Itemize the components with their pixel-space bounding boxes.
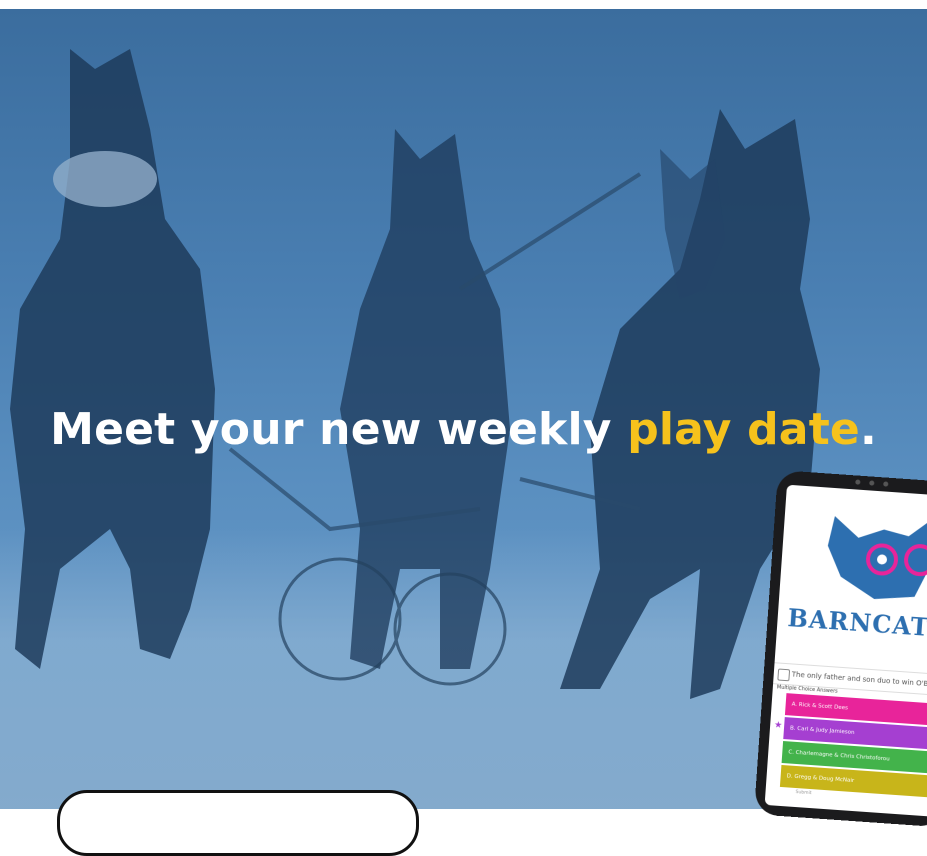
- hero-title: Meet your new weekly play date.: [0, 404, 927, 455]
- answer-text: Carl & Judy Jamieson: [797, 725, 855, 736]
- tablet-mockup: BARNCAT The only father and son duo to w…: [753, 470, 927, 828]
- answer-text: Rick & Scott Dees: [798, 702, 849, 712]
- submit-text: Submit: [795, 790, 812, 797]
- answer-text: Charlemagne & Chris Christoforou: [795, 749, 890, 763]
- tablet-camera: [869, 480, 875, 486]
- question-icon: [777, 668, 791, 682]
- answer-letter: C.: [788, 749, 795, 756]
- hero-title-suffix: .: [859, 404, 877, 455]
- answer-text: Gregg & Doug McNair: [794, 773, 855, 785]
- hero-title-prefix: Meet your new weekly: [50, 404, 628, 455]
- tablet-camera: [855, 479, 861, 485]
- cat-with-glasses-icon: [827, 513, 927, 600]
- tablet-camera: [883, 481, 889, 487]
- cta-button[interactable]: [57, 790, 419, 856]
- tablet-screen: BARNCAT The only father and son duo to w…: [764, 484, 927, 818]
- answer-letter: B.: [789, 725, 796, 732]
- question-label: The only father and son duo to win O'Bri: [791, 670, 927, 689]
- hero-title-highlight: play date: [627, 404, 860, 455]
- star-icon: ★: [773, 720, 783, 731]
- answer-letter: D.: [786, 773, 793, 780]
- answer-letter: A.: [791, 701, 798, 708]
